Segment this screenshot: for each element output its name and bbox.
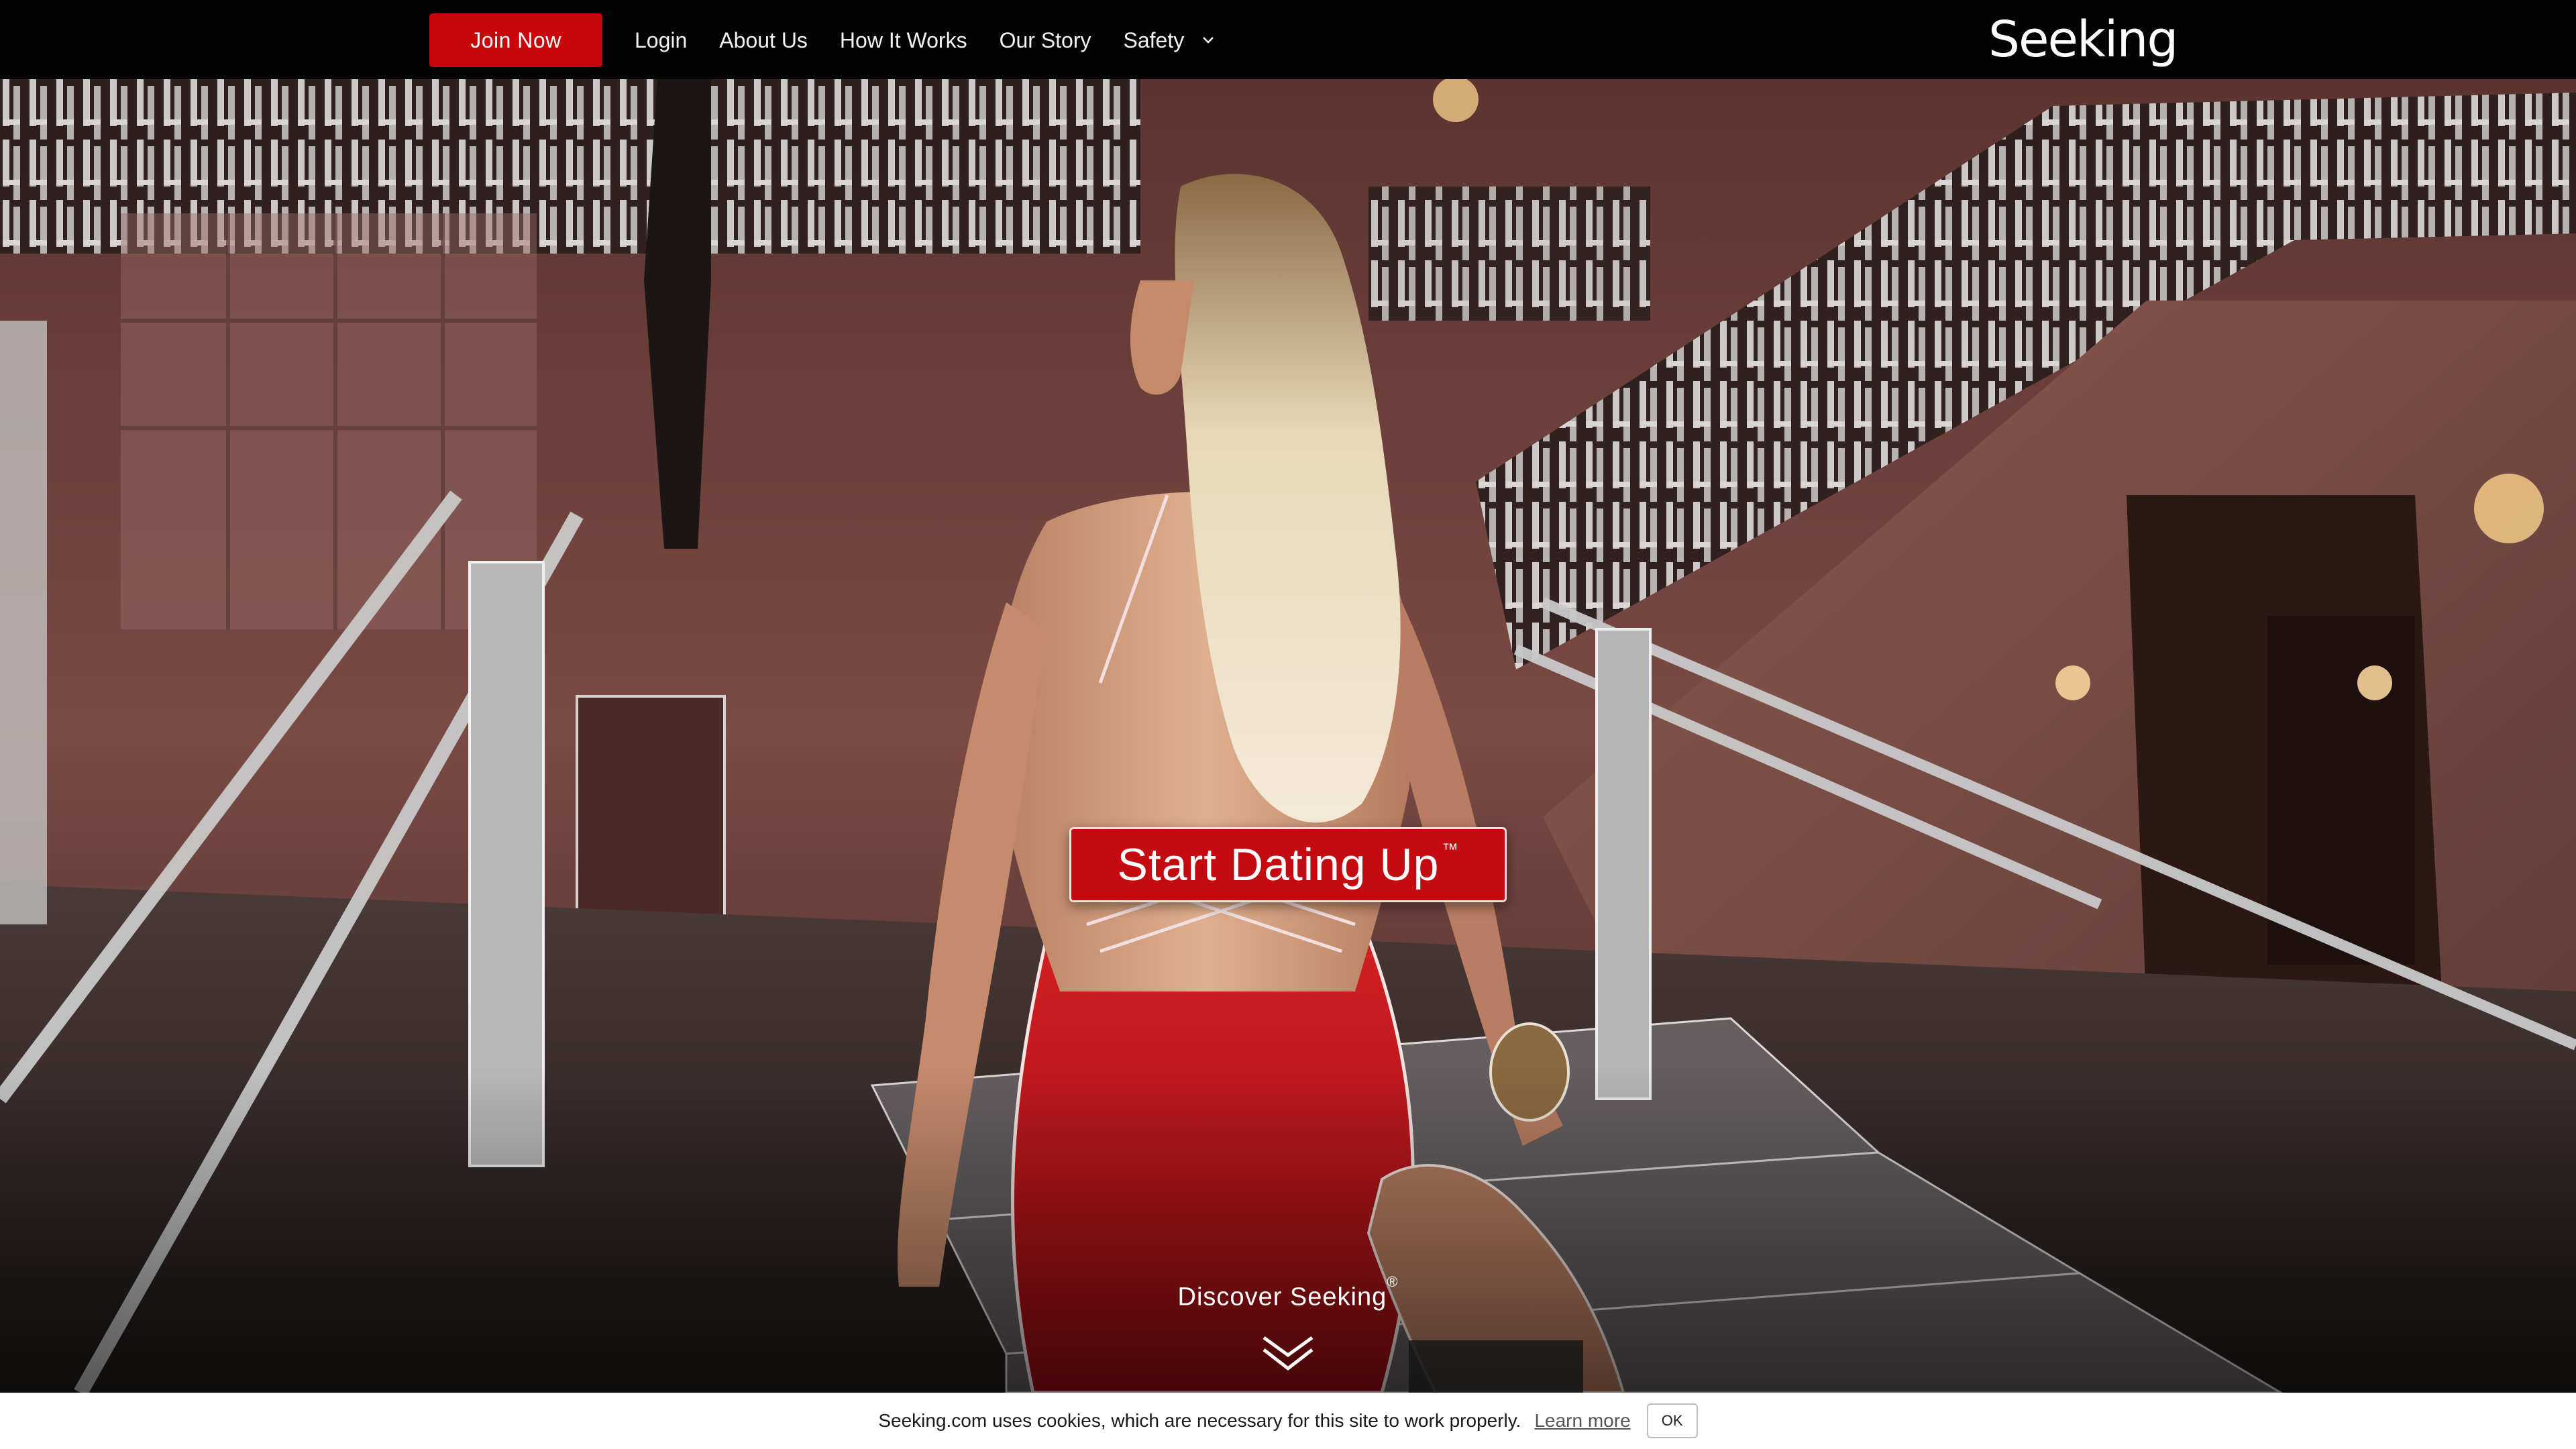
cookie-consent-bar: Seeking.com uses cookies, which are nece… bbox=[0, 1393, 2576, 1449]
our-story-link[interactable]: Our Story bbox=[1000, 13, 1091, 67]
cookie-ok-button[interactable]: OK bbox=[1646, 1403, 1698, 1438]
discover-seeking-link[interactable]: Discover Seeking® bbox=[0, 1273, 2576, 1312]
learn-more-link[interactable]: Learn more bbox=[1534, 1410, 1630, 1432]
safety-dropdown[interactable]: Safety bbox=[1124, 13, 1216, 67]
chevron-down-icon bbox=[1201, 36, 1215, 45]
login-link[interactable]: Login bbox=[635, 13, 687, 67]
hero-background-scene bbox=[0, 79, 2576, 1393]
join-now-button[interactable]: Join Now bbox=[429, 13, 602, 67]
cta-label: Start Dating Up bbox=[1117, 839, 1440, 890]
trademark-mark: ™ bbox=[1442, 841, 1459, 859]
hero-section: Start Dating Up ™ bbox=[0, 79, 2576, 1393]
about-us-link[interactable]: About Us bbox=[719, 13, 808, 67]
safety-label: Safety bbox=[1123, 28, 1185, 52]
top-nav-bar: Join Now Login About Us How It Works Our… bbox=[0, 0, 2576, 79]
main-nav: Join Now Login About Us How It Works Our… bbox=[429, 13, 1215, 67]
seeking-logo[interactable]: Seeking bbox=[1988, 9, 2178, 70]
discover-label: Discover Seeking bbox=[1177, 1283, 1387, 1311]
registered-mark: ® bbox=[1387, 1273, 1399, 1290]
page: Join Now Login About Us How It Works Our… bbox=[0, 0, 2576, 1449]
double-chevron-down-icon[interactable] bbox=[1261, 1334, 1315, 1374]
how-it-works-link[interactable]: How It Works bbox=[840, 13, 967, 67]
start-dating-up-button[interactable]: Start Dating Up ™ bbox=[1069, 827, 1507, 902]
cookie-message: Seeking.com uses cookies, which are nece… bbox=[878, 1410, 1521, 1431]
